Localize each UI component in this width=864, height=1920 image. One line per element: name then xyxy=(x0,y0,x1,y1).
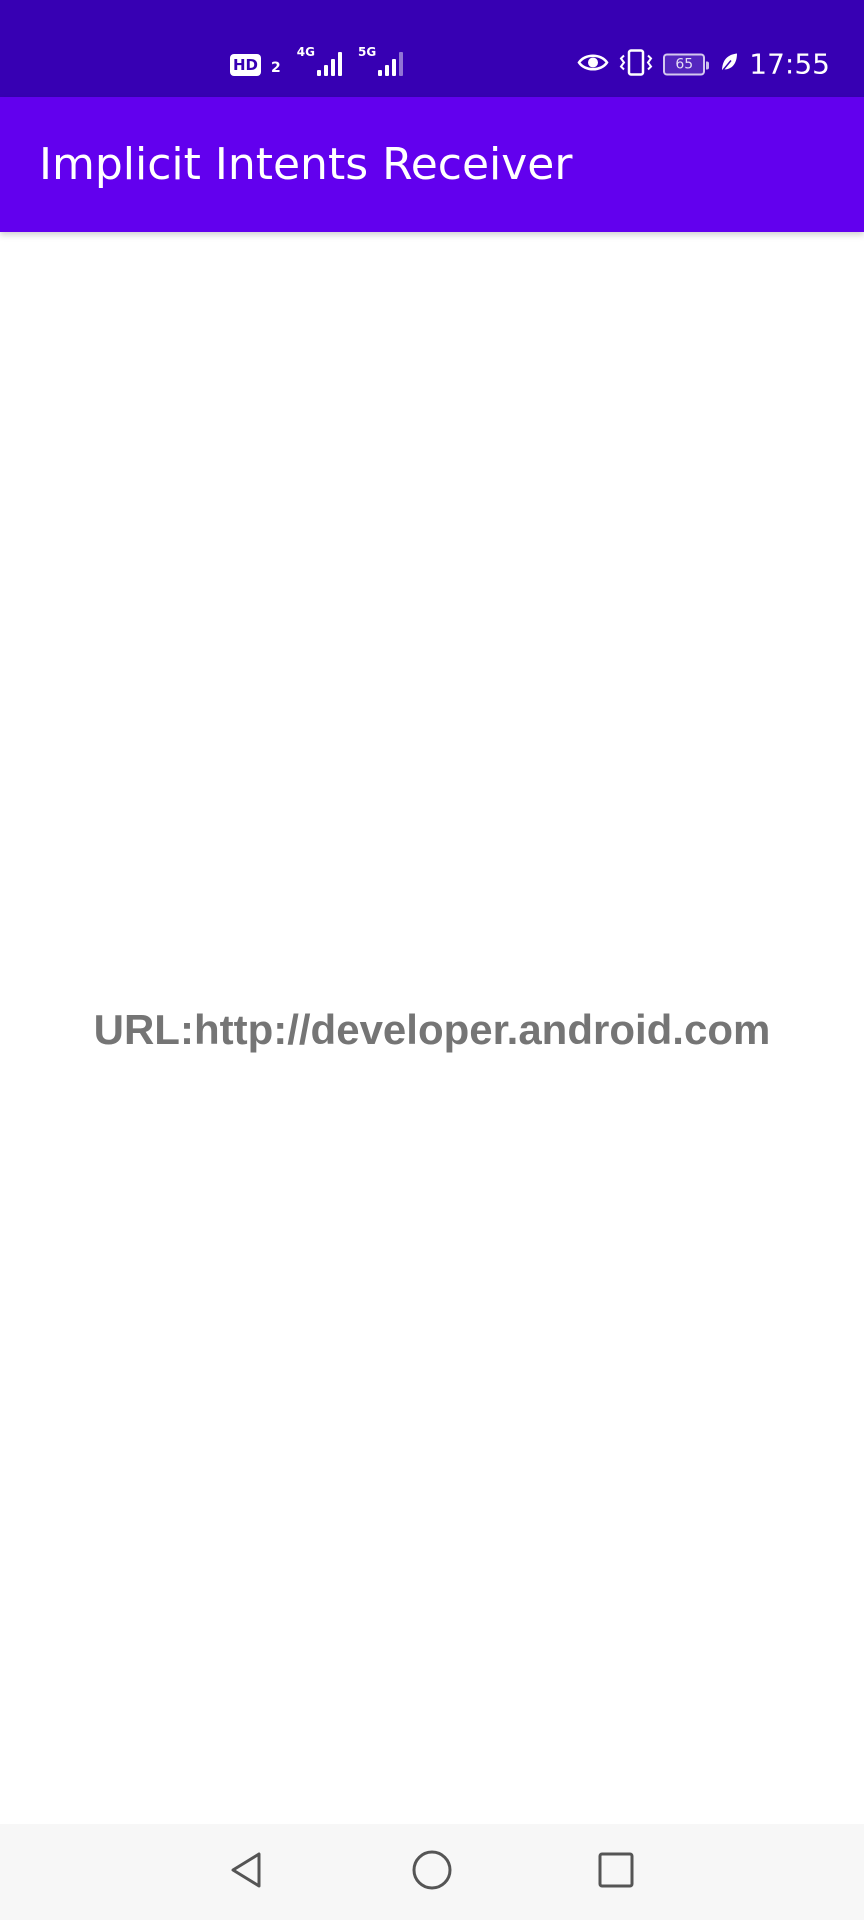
url-text: URL:http://developer.android.com xyxy=(93,1006,771,1053)
screen: HD 2 4G 5G 65 17:55 Implicit Intents Rec… xyxy=(0,0,864,1920)
network-type-label-2: 5G xyxy=(357,45,377,59)
recents-icon xyxy=(594,1848,638,1896)
battery-icon: 65 xyxy=(663,53,710,75)
status-time: 17:55 xyxy=(749,47,830,81)
status-bar-left: HD 2 4G 5G xyxy=(230,45,404,76)
home-icon xyxy=(410,1848,454,1896)
main-content: URL:http://developer.android.com xyxy=(0,232,864,1824)
home-button[interactable] xyxy=(402,1842,462,1902)
signal-group-2: 5G xyxy=(357,45,404,76)
signal-icon xyxy=(316,52,342,76)
signal-group-1: 4G xyxy=(297,46,342,76)
network-type-label: 4G xyxy=(296,45,315,59)
recents-button[interactable] xyxy=(586,1842,646,1902)
vibrate-icon xyxy=(619,48,653,80)
app-title: Implicit Intents Receiver xyxy=(39,139,573,190)
eye-icon xyxy=(577,51,609,77)
signal-icon-2 xyxy=(378,52,404,76)
hd-sim-index: 2 xyxy=(271,60,281,76)
app-bar: Implicit Intents Receiver xyxy=(0,97,864,232)
status-bar-right: 65 17:55 xyxy=(577,48,830,81)
navigation-bar xyxy=(0,1824,864,1920)
hd-icon: HD xyxy=(230,54,262,76)
back-icon xyxy=(225,1848,269,1896)
back-button[interactable] xyxy=(217,1842,277,1902)
leaf-icon xyxy=(719,51,739,77)
status-bar: HD 2 4G 5G 65 17:55 xyxy=(0,0,864,97)
